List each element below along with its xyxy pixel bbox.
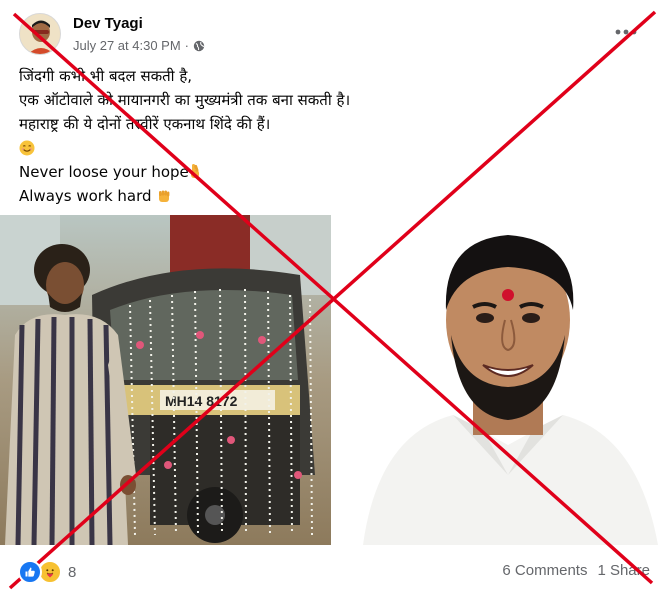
photo-auto-rickshaw[interactable]: MH14 8172 bbox=[0, 215, 331, 545]
more-options-icon[interactable] bbox=[608, 18, 644, 46]
smile-line bbox=[19, 136, 350, 160]
globe-icon bbox=[193, 40, 205, 52]
reaction-count: 8 bbox=[68, 563, 77, 581]
comments-count[interactable]: 6 Comments bbox=[502, 562, 587, 579]
author-avatar[interactable] bbox=[19, 13, 61, 55]
post-line-3: महाराष्ट्र की ये दोनों तस्वीरें एकनाथ शि… bbox=[19, 115, 271, 133]
like-icon bbox=[18, 560, 42, 584]
hope-line: Never loose your hope bbox=[19, 160, 350, 184]
engagement-stats: 6 Comments 1 Share bbox=[502, 562, 650, 579]
author-name[interactable]: Dev Tyagi bbox=[73, 15, 143, 32]
post-line-2: एक ऑटोवाले को मायानगरी का मुख्यमंत्री तक… bbox=[19, 91, 351, 109]
work-text: Always work hard bbox=[19, 187, 152, 205]
hope-text: Never loose your hope bbox=[19, 163, 189, 181]
post-meta: July 27 at 4:30 PM · bbox=[73, 38, 205, 53]
auto-plate-text: MH14 8172 bbox=[165, 393, 238, 409]
crossed-fingers-icon bbox=[189, 163, 201, 181]
work-line: Always work hard bbox=[19, 184, 350, 208]
shares-count[interactable]: 1 Share bbox=[597, 562, 650, 579]
reactions-summary[interactable]: 8 bbox=[18, 560, 76, 584]
facebook-post: Dev Tyagi July 27 at 4:30 PM · जिंदगी कभ… bbox=[0, 0, 666, 597]
post-text: जिंदगी कभी भी बदल सकती है, एक ऑटोवाले को… bbox=[19, 64, 350, 208]
meta-separator: · bbox=[184, 38, 190, 53]
post-timestamp[interactable]: July 27 at 4:30 PM bbox=[73, 38, 181, 53]
raised-fist-icon bbox=[156, 187, 172, 205]
photo-portrait[interactable] bbox=[333, 215, 666, 545]
smiling-emoji-icon bbox=[19, 139, 35, 156]
post-line-1: जिंदगी कभी भी बदल सकती है, bbox=[19, 67, 193, 85]
